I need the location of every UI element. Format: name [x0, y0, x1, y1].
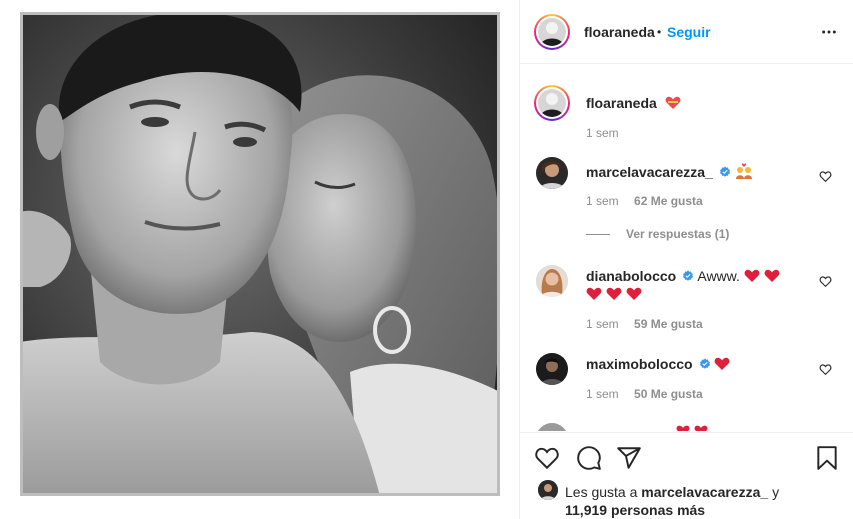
comment-like-heart-icon[interactable] — [819, 170, 832, 183]
red-heart-icon — [676, 425, 708, 431]
post-header: floaraneda • Seguir — [520, 0, 853, 64]
view-replies-button[interactable]: Ver respuestas (1) — [626, 227, 729, 241]
liker-avatar[interactable] — [538, 480, 558, 500]
caption-text: floaraneda — [586, 94, 806, 112]
comment-meta: 1 sem 50 Me gusta — [586, 387, 715, 401]
comment-time[interactable]: 1 sem — [586, 387, 619, 401]
author-username[interactable]: floaraneda — [584, 24, 655, 40]
comment-time[interactable]: 1 sem — [586, 317, 619, 331]
comment-text: marcelavacarezza_ — [586, 163, 806, 181]
post-actions: Les gusta a marcelavacarezza_ y 11,919 p… — [520, 432, 853, 519]
likes-summary: Les gusta a marcelavacarezza_ y — [565, 483, 779, 501]
comment-likes[interactable]: 50 Me gusta — [634, 387, 703, 401]
comment-text: maximobolocco — [586, 355, 806, 373]
comment-meta: 1 sem 59 Me gusta — [586, 317, 715, 331]
commenter-username[interactable]: marcelavacarezza_ — [586, 164, 713, 180]
verified-badge-icon — [719, 166, 730, 177]
comment-text: dianabolocco Awww. — [586, 267, 806, 303]
verified-badge-icon — [699, 358, 710, 369]
red-heart-icon — [715, 357, 730, 370]
comment-like-heart-icon[interactable] — [819, 275, 832, 288]
commenter-username[interactable]: maximobolocco — [586, 356, 693, 372]
more-options-icon[interactable] — [821, 24, 837, 40]
share-icon[interactable] — [616, 445, 642, 471]
commenter-username[interactable]: dianabolocco — [586, 268, 676, 284]
caption-username[interactable]: floaraneda — [586, 95, 657, 111]
heart-outline-icon[interactable] — [534, 445, 560, 471]
bookmark-icon[interactable] — [814, 445, 840, 471]
caption-meta: 1 sem — [586, 126, 631, 140]
commenter-avatar[interactable] — [536, 265, 568, 297]
comment-like-heart-icon[interactable] — [819, 363, 832, 376]
header-separator: • — [657, 25, 662, 39]
commenter-avatar[interactable] — [536, 157, 568, 189]
comment-item: marcelavacarezza_ 1 sem 62 Me gusta Ver … — [536, 157, 836, 247]
post-media[interactable] — [0, 0, 520, 519]
post-photo[interactable] — [20, 12, 500, 496]
comment-meta: 1 sem 62 Me gusta — [586, 194, 715, 208]
post-panel: floaraneda • Seguir floaraneda 1 sem mar… — [520, 0, 853, 519]
follow-button[interactable]: Seguir — [667, 24, 711, 40]
red-heart-icon — [586, 287, 602, 300]
author-avatar[interactable] — [538, 18, 566, 46]
comment-likes[interactable]: 62 Me gusta — [634, 194, 703, 208]
likes-conj: y — [772, 484, 780, 500]
comment-body: Awww. — [697, 268, 740, 284]
red-heart-icon — [606, 287, 622, 300]
caption-time[interactable]: 1 sem — [586, 126, 619, 140]
red-heart-icon — [764, 269, 780, 282]
likes-user[interactable]: marcelavacarezza_ — [641, 484, 768, 500]
heart-with-ribbon-icon — [665, 96, 681, 109]
couple-with-heart-icon — [735, 163, 752, 179]
comment-time[interactable]: 1 sem — [586, 194, 619, 208]
photo-black-and-white-couple — [20, 12, 500, 496]
caption-avatar[interactable] — [538, 89, 566, 117]
red-heart-icon — [626, 287, 642, 300]
comment-item-partial — [536, 423, 836, 431]
commenter-avatar[interactable] — [536, 353, 568, 385]
caption: floaraneda 1 sem — [534, 85, 836, 145]
comments-list[interactable]: floaraneda 1 sem marcelavacarezza_ 1 sem… — [520, 65, 853, 431]
likes-prefix: Les gusta a — [565, 484, 638, 500]
likes-count-line: 11,919 personas más — [565, 501, 705, 519]
comment-item: maximobolocco 1 sem 50 Me gusta — [536, 353, 836, 413]
comment-icon[interactable] — [576, 445, 602, 471]
likes-count[interactable]: 11,919 personas más — [565, 502, 705, 518]
commenter-avatar[interactable] — [536, 423, 568, 431]
verified-badge-icon — [683, 270, 694, 281]
red-heart-icon — [744, 269, 760, 282]
comment-likes[interactable]: 59 Me gusta — [634, 317, 703, 331]
comment-item: dianabolocco Awww. 1 sem 59 Me gusta — [536, 265, 836, 345]
view-replies-line — [586, 234, 610, 235]
